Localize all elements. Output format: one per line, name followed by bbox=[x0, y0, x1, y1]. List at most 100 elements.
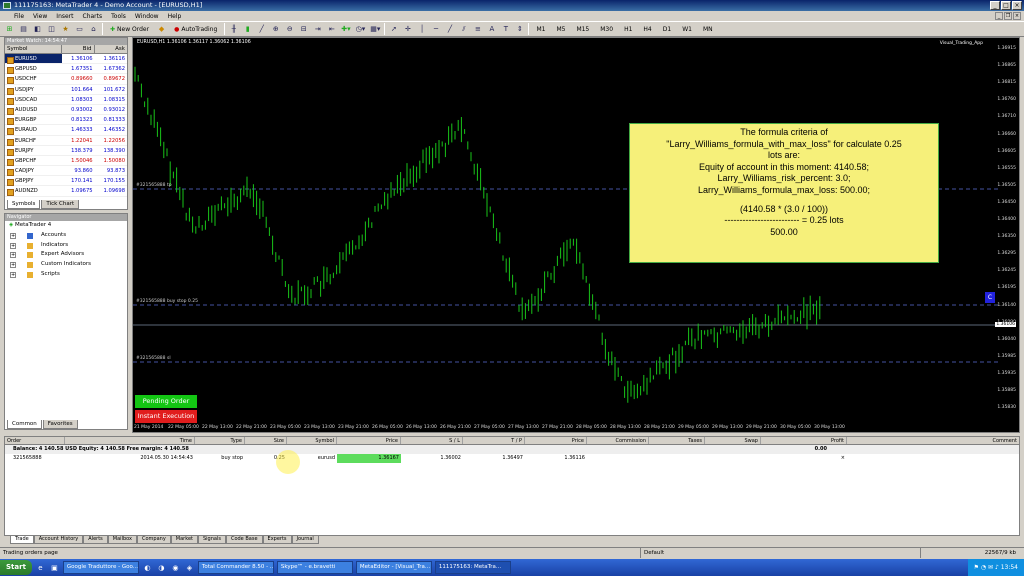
terminal-icon[interactable]: ▭ bbox=[74, 23, 85, 35]
menu-view[interactable]: View bbox=[33, 13, 47, 20]
new-order-button[interactable]: ✚ New Order bbox=[106, 23, 153, 35]
menu-window[interactable]: Window bbox=[135, 13, 159, 20]
metaeditor-icon[interactable]: ◆ bbox=[156, 23, 167, 35]
market-watch-row[interactable]: GBPUSD 1.67351 1.67362 bbox=[5, 64, 127, 75]
col-ask[interactable]: Ask bbox=[95, 45, 127, 53]
chart-window[interactable]: EURUSD,H1 1.36106 1.36117 1.36062 1.3610… bbox=[132, 37, 1020, 433]
vertical-line-icon[interactable]: │ bbox=[416, 23, 427, 35]
fibonacci-icon[interactable]: ≡ bbox=[472, 23, 483, 35]
nav-scripts[interactable]: + Scripts bbox=[5, 270, 127, 280]
expand-icon[interactable]: + bbox=[10, 271, 16, 278]
nav-indicators[interactable]: + Indicators bbox=[5, 241, 127, 251]
market-watch-row[interactable]: EURCHF 1.22041 1.22056 bbox=[5, 136, 127, 146]
col-size[interactable]: Size bbox=[245, 437, 287, 444]
col-profit[interactable]: Profit bbox=[761, 437, 847, 444]
c-badge[interactable]: C bbox=[985, 292, 995, 303]
nav-root[interactable]: ◈ MetaTrader 4 bbox=[5, 221, 127, 231]
templates-icon[interactable]: ▦▾ bbox=[369, 23, 381, 35]
market-watch-icon[interactable]: ◧ bbox=[32, 23, 43, 35]
tab-favorites[interactable]: Favorites bbox=[42, 420, 78, 429]
market-watch-row[interactable]: EURAUD 1.46333 1.46352 bbox=[5, 125, 127, 136]
order-row[interactable]: 321565888 2014.05.30 14:54:43 buy stop 0… bbox=[5, 454, 1019, 463]
tab-account-history[interactable]: Account History bbox=[33, 536, 84, 544]
zoom-in-icon[interactable]: ⊕ bbox=[270, 23, 281, 35]
data-window-icon[interactable]: ◫ bbox=[46, 23, 57, 35]
period-w1-button[interactable]: W1 bbox=[678, 23, 696, 35]
menu-help[interactable]: Help bbox=[168, 13, 182, 20]
task-google-translate[interactable]: Google Traduttore - Goo... bbox=[62, 561, 139, 574]
mdi-restore-button[interactable]: ❐ bbox=[1004, 12, 1012, 20]
market-watch-row[interactable]: CADJPY 93.860 93.873 bbox=[5, 166, 127, 177]
tile-windows-icon[interactable]: ⊟ bbox=[298, 23, 309, 35]
period-h4-button[interactable]: H4 bbox=[639, 23, 655, 35]
task-skype[interactable]: Skype™ - e.bravetti bbox=[276, 561, 353, 574]
tab-market[interactable]: Market bbox=[170, 536, 198, 544]
col-commission[interactable]: Commission bbox=[587, 437, 649, 444]
tab-alerts[interactable]: Alerts bbox=[83, 536, 108, 544]
col-sl[interactable]: S / L bbox=[401, 437, 463, 444]
tab-tick-chart[interactable]: Tick Chart bbox=[41, 200, 80, 209]
task-metatrader[interactable]: 111175163: MetaTra... bbox=[434, 561, 511, 574]
market-watch-row[interactable]: USDCHF 0.89660 0.89672 bbox=[5, 74, 127, 85]
col-taxes[interactable]: Taxes bbox=[649, 437, 705, 444]
mdi-minimize-button[interactable]: _ bbox=[995, 12, 1003, 20]
explorer-icon[interactable]: ▣ bbox=[49, 562, 60, 574]
quicklaunch-icon[interactable]: ◈ bbox=[184, 562, 195, 574]
tester-icon[interactable]: ⌂ bbox=[88, 23, 99, 35]
period-m1-button[interactable]: M1 bbox=[532, 23, 549, 35]
maximize-button[interactable]: □ bbox=[1001, 1, 1011, 10]
ie-icon[interactable]: e bbox=[35, 562, 46, 574]
profiles-icon[interactable]: ▤ bbox=[18, 23, 29, 35]
trendline-icon[interactable]: ╱ bbox=[444, 23, 455, 35]
col-tp[interactable]: T / P bbox=[463, 437, 525, 444]
line-chart-icon[interactable]: ╱ bbox=[256, 23, 267, 35]
market-watch-row[interactable]: USDJPY 101.664 101.672 bbox=[5, 85, 127, 95]
period-m30-button[interactable]: M30 bbox=[596, 23, 617, 35]
expand-icon[interactable]: + bbox=[10, 232, 16, 239]
navigator-icon[interactable]: ★ bbox=[60, 23, 71, 35]
col-order[interactable]: Order bbox=[5, 437, 65, 444]
col-cur-price[interactable]: Price bbox=[525, 437, 587, 444]
cursor-icon[interactable]: ➚ bbox=[388, 23, 399, 35]
minimize-button[interactable]: _ bbox=[990, 1, 1000, 10]
menu-file[interactable]: File bbox=[14, 13, 24, 20]
start-button[interactable]: Start bbox=[0, 560, 32, 575]
col-swap[interactable]: Swap bbox=[705, 437, 761, 444]
col-symbol[interactable]: Symbol bbox=[5, 45, 63, 53]
arrows-icon[interactable]: ⇕ bbox=[514, 23, 525, 35]
market-watch-row[interactable]: GBPCHF 1.50046 1.50080 bbox=[5, 156, 127, 167]
market-watch-row[interactable]: AUDNZD 1.09675 1.09698 bbox=[5, 186, 127, 197]
col-comment[interactable]: Comment bbox=[847, 437, 1019, 444]
order-close-icon[interactable]: × bbox=[587, 454, 847, 463]
nav-accounts[interactable]: + Accounts bbox=[5, 231, 127, 241]
candlestick-icon[interactable]: ▮ bbox=[242, 23, 253, 35]
autoscroll-icon[interactable]: ⇥ bbox=[312, 23, 323, 35]
quicklaunch-icon[interactable]: ◑ bbox=[156, 562, 167, 574]
market-watch-row[interactable]: USDCAD 1.08303 1.08315 bbox=[5, 95, 127, 105]
mdi-close-button[interactable]: × bbox=[1013, 12, 1021, 20]
period-mn-button[interactable]: MN bbox=[699, 23, 717, 35]
indicators-icon[interactable]: ✚▾ bbox=[340, 23, 351, 35]
quicklaunch-icon[interactable]: ◉ bbox=[170, 562, 181, 574]
market-watch-row[interactable]: EURJPY 138.379 138.390 bbox=[5, 146, 127, 156]
period-m15-button[interactable]: M15 bbox=[572, 23, 593, 35]
channel-icon[interactable]: ⫽ bbox=[458, 23, 469, 35]
chart-shift-icon[interactable]: ⇤ bbox=[326, 23, 337, 35]
crosshair-icon[interactable]: ✛ bbox=[402, 23, 413, 35]
zoom-out-icon[interactable]: ⊖ bbox=[284, 23, 295, 35]
menu-charts[interactable]: Charts bbox=[83, 13, 103, 20]
tab-journal[interactable]: Journal bbox=[291, 536, 319, 544]
col-bid[interactable]: Bid bbox=[62, 45, 95, 53]
tab-symbols[interactable]: Symbols bbox=[7, 200, 41, 209]
tab-trade[interactable]: Trade bbox=[10, 536, 34, 544]
col-symbol[interactable]: Symbol bbox=[287, 437, 337, 444]
close-button[interactable]: × bbox=[1012, 1, 1022, 10]
horizontal-line-icon[interactable]: ─ bbox=[430, 23, 441, 35]
task-total-commander[interactable]: Total Commander 8.50 - ... bbox=[197, 561, 274, 574]
pending-order-button[interactable]: Pending Order bbox=[135, 395, 197, 408]
autotrading-button[interactable]: ● AutoTrading bbox=[170, 23, 221, 35]
tab-signals[interactable]: Signals bbox=[197, 536, 226, 544]
col-type[interactable]: Type bbox=[195, 437, 245, 444]
tab-company[interactable]: Company bbox=[137, 536, 171, 544]
menu-tools[interactable]: Tools bbox=[111, 13, 126, 20]
